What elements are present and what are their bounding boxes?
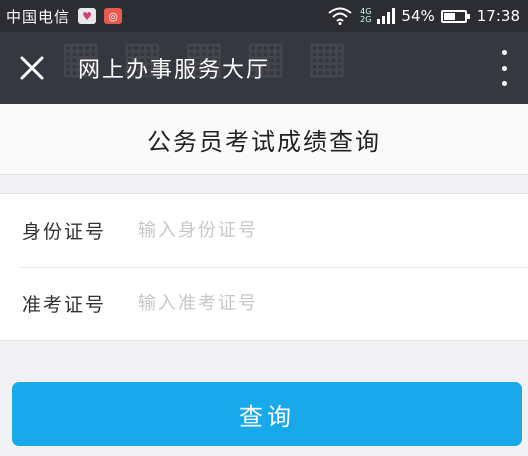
network-type: 4G 2G: [360, 7, 372, 24]
query-form: 身份证号 准考证号: [0, 193, 528, 341]
clock: 17:38: [476, 7, 520, 25]
app-notification-icon: ◎: [104, 8, 123, 24]
query-button[interactable]: 查询: [12, 382, 522, 446]
heart-notification-icon: ♥: [78, 8, 97, 24]
ticket-number-row: 准考证号: [0, 267, 528, 340]
close-icon: [20, 56, 44, 80]
close-button[interactable]: [0, 32, 64, 104]
carrier-name: 中国电信: [6, 7, 71, 26]
more-menu-button[interactable]: [494, 50, 514, 86]
ticket-number-label: 准考证号: [22, 294, 107, 316]
signal-icon: [377, 8, 396, 24]
battery-icon: [440, 9, 470, 23]
app-bar: ▦▦▦▦▦ 网上办事服务大厅: [0, 32, 528, 104]
status-bar: 中国电信 ♥ ◎ 4G 2G 54% 17:38: [0, 0, 528, 32]
id-number-input[interactable]: [136, 209, 528, 252]
watermark: ▦▦▦▦▦: [60, 32, 368, 83]
page-title: 公务员考试成绩查询: [0, 104, 528, 175]
id-number-label: 身份证号: [22, 221, 107, 243]
battery-percent: 54%: [401, 7, 435, 25]
wifi-icon: [328, 7, 352, 25]
id-number-row: 身份证号: [0, 194, 528, 267]
ticket-number-input[interactable]: [136, 282, 528, 325]
more-vertical-icon: [501, 50, 507, 55]
